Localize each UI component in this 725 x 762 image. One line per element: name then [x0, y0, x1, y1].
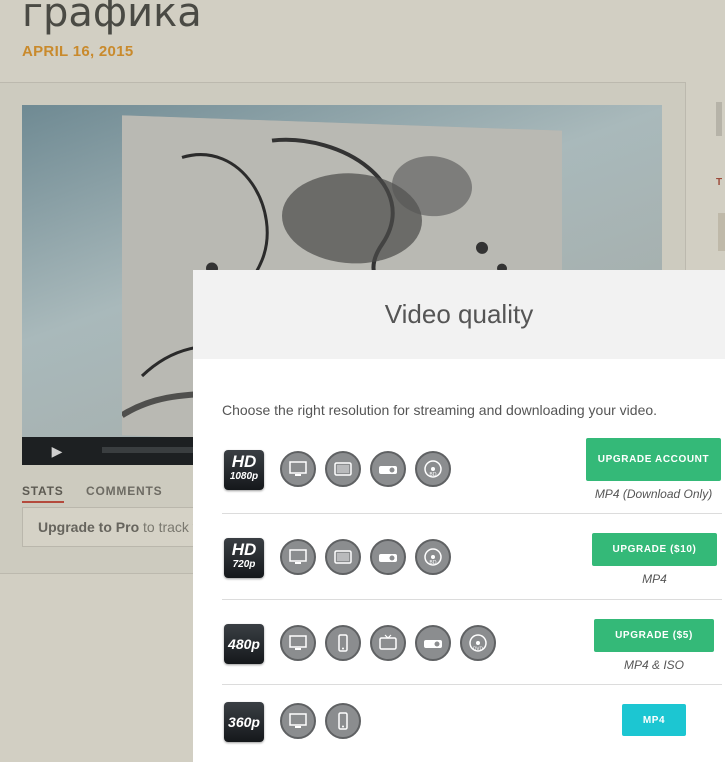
- modal-intro: Choose the right resolution for streamin…: [222, 402, 658, 418]
- upgrade-pro-text: to track v: [139, 519, 200, 535]
- monitor-icon: [280, 625, 316, 661]
- tv-icon: [370, 625, 406, 661]
- tab-stats[interactable]: STATS: [22, 484, 64, 503]
- post-title: графика: [22, 0, 202, 36]
- badge-hd-label: HD: [231, 540, 257, 559]
- hd-720p-badge: HD 720p: [224, 538, 264, 578]
- device-icons: [280, 703, 370, 739]
- dvd-disc-icon: DVD: [460, 625, 496, 661]
- svg-text:BD: BD: [429, 560, 436, 566]
- mp4-download-button[interactable]: MP4: [622, 704, 686, 736]
- projector-icon: [415, 625, 451, 661]
- tablet-landscape-icon: [325, 451, 361, 487]
- upgrade-10-button[interactable]: UPGRADE ($10): [592, 533, 717, 566]
- video-quality-modal: Video quality Choose the right resolutio…: [193, 270, 725, 762]
- svg-text:DVD: DVD: [473, 646, 483, 652]
- quality-row-360p: 360p MP4: [222, 685, 725, 762]
- sidebar-letter: T: [716, 177, 723, 188]
- 480p-badge: 480p: [224, 624, 264, 664]
- modal-header: Video quality: [193, 270, 725, 359]
- badge-resolution-label: 1080p: [229, 471, 259, 482]
- badge-resolution-label: 720p: [232, 559, 256, 570]
- format-label: MP4: [642, 572, 667, 586]
- phone-icon: [325, 625, 361, 661]
- bluray-disc-icon: BD: [415, 451, 451, 487]
- upgrade-pro-banner: Upgrade to Pro to track v: [22, 507, 212, 547]
- format-label: MP4 (Download Only): [594, 487, 713, 501]
- upgrade-pro-link[interactable]: Upgrade to Pro: [38, 519, 139, 535]
- device-icons: BD: [280, 539, 460, 575]
- post-tabs: STATS COMMENTS: [22, 482, 180, 503]
- play-button[interactable]: ▶: [22, 437, 92, 465]
- upgrade-5-button[interactable]: UPGRADE ($5): [594, 619, 714, 652]
- post-date: APRIL 16, 2015: [22, 43, 134, 60]
- monitor-icon: [280, 539, 316, 575]
- badge-hd-label: HD: [231, 452, 257, 471]
- quality-row-720p: HD 720p BD UPGRADE ($10) MP4: [222, 514, 725, 600]
- play-icon: ▶: [51, 442, 63, 459]
- format-label: MP4 & ISO: [623, 658, 685, 672]
- bluray-disc-icon: BD: [415, 539, 451, 575]
- hd-1080p-badge: HD 1080p: [224, 450, 264, 490]
- sidebar-thumbnail[interactable]: [718, 213, 725, 251]
- quality-row-480p: 480p DVD UPGRADE ($5) MP4 & ISO: [222, 600, 725, 685]
- tablet-landscape-icon: [325, 539, 361, 575]
- tab-comments[interactable]: COMMENTS: [86, 484, 162, 501]
- phone-icon: [325, 703, 361, 739]
- progress-bar[interactable]: [102, 447, 202, 453]
- quality-row-1080p: HD 1080p BD UPGRADE ACCOUNT MP4 (Downloa…: [222, 436, 725, 514]
- sidebar-scroll-bar[interactable]: [716, 102, 722, 136]
- projector-icon: [370, 451, 406, 487]
- right-sidebar-edge: T: [714, 100, 725, 270]
- 360p-badge: 360p: [224, 702, 264, 742]
- svg-text:BD: BD: [429, 472, 436, 478]
- upgrade-account-button[interactable]: UPGRADE ACCOUNT: [586, 438, 721, 481]
- projector-icon: [370, 539, 406, 575]
- modal-title: Video quality: [384, 299, 534, 329]
- device-icons: BD: [280, 451, 460, 487]
- monitor-icon: [280, 451, 316, 487]
- device-icons: DVD: [280, 625, 505, 661]
- monitor-icon: [280, 703, 316, 739]
